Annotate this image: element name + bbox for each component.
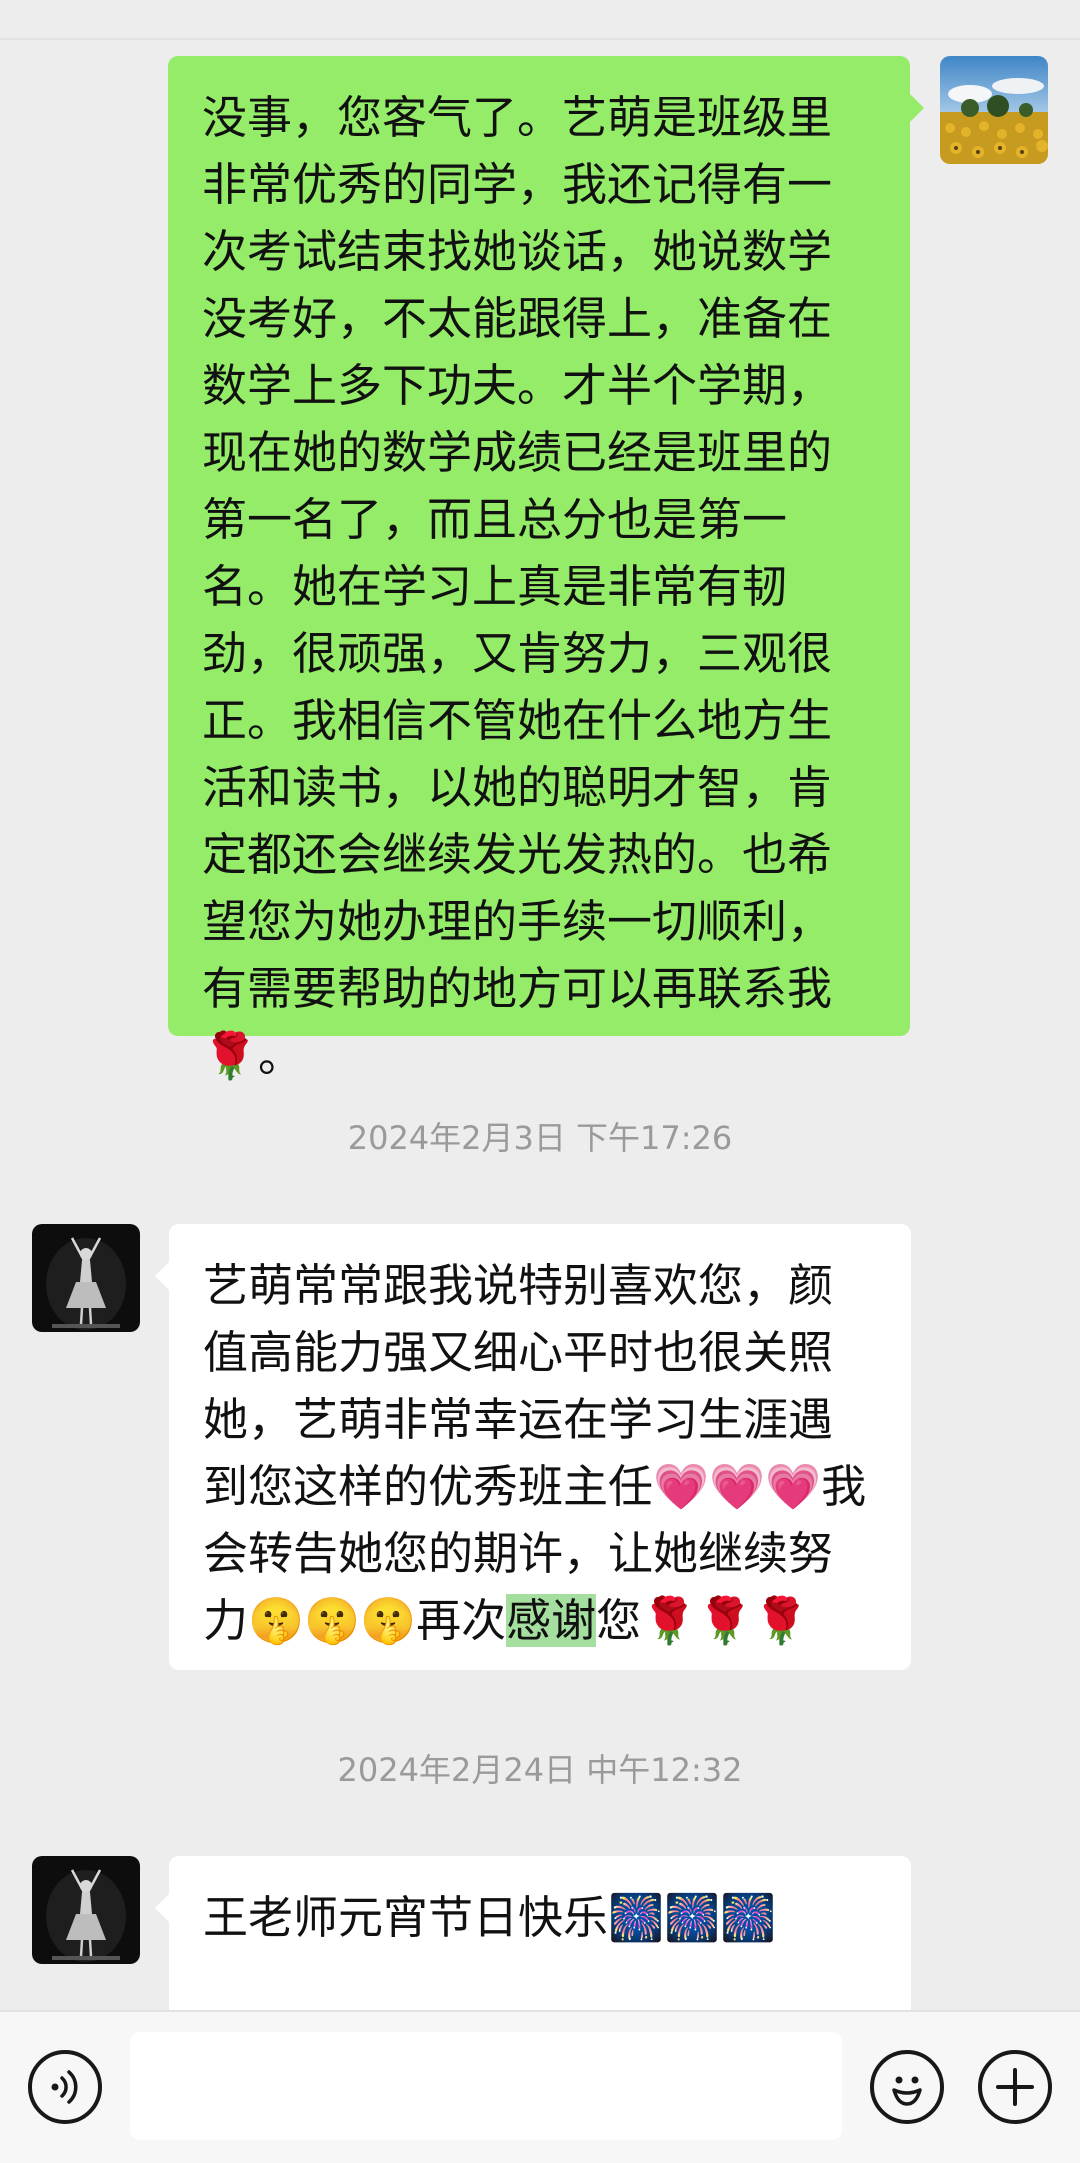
contact-avatar[interactable] xyxy=(32,1856,140,1964)
emoji-button[interactable] xyxy=(870,2050,944,2124)
contact-message-bubble[interactable]: 艺萌常常跟我说特别喜欢您，颜值高能力强又细心平时也很关照她，艺萌非常幸运在学习生… xyxy=(169,1224,911,1670)
message-timestamp: 2024年2月24日 中午12:32 xyxy=(337,1751,743,1789)
dancer-avatar-image xyxy=(32,1224,140,1332)
my-message-bubble[interactable]: 没事，您客气了。艺萌是班级里非常优秀的同学，我还记得有一次考试结束找她谈话，她说… xyxy=(168,56,910,1082)
more-options-button[interactable] xyxy=(978,2050,1052,2124)
highlighted-search-term: 感谢 xyxy=(506,1594,597,1647)
voice-button[interactable] xyxy=(28,2050,102,2124)
contact-message-bubble[interactable]: 王老师元宵节日快乐🎆🎆🎆 xyxy=(169,1856,911,2010)
chat-message-list[interactable]: 没事，您客气了。艺萌是班级里非常优秀的同学，我还记得有一次考试结束找她谈话，她说… xyxy=(0,0,1080,2010)
emoji-icon xyxy=(892,2076,922,2106)
chat-input-bar xyxy=(0,2010,1080,2163)
voice-icon xyxy=(51,2070,78,2104)
my-avatar[interactable] xyxy=(940,56,1048,164)
message-text: 艺萌常常跟我说特别喜欢您，颜值高能力强又细心平时也很关照她，艺萌非常幸运在学习生… xyxy=(203,1259,867,1647)
contact-bubble-tail xyxy=(155,1262,169,1290)
message-timestamp: 2024年2月3日 下午17:26 xyxy=(347,1119,733,1157)
header-divider xyxy=(0,38,1080,40)
dancer-avatar-image xyxy=(32,1856,140,1964)
my-bubble-tail xyxy=(910,94,924,122)
contact-bubble-tail xyxy=(155,1894,169,1922)
sunflower-field-avatar-image xyxy=(940,56,1048,164)
contact-avatar[interactable] xyxy=(32,1224,140,1332)
message-text-end: 您🌹🌹🌹 xyxy=(596,1594,810,1647)
plus-icon xyxy=(996,2068,1034,2106)
message-input[interactable] xyxy=(130,2032,842,2140)
